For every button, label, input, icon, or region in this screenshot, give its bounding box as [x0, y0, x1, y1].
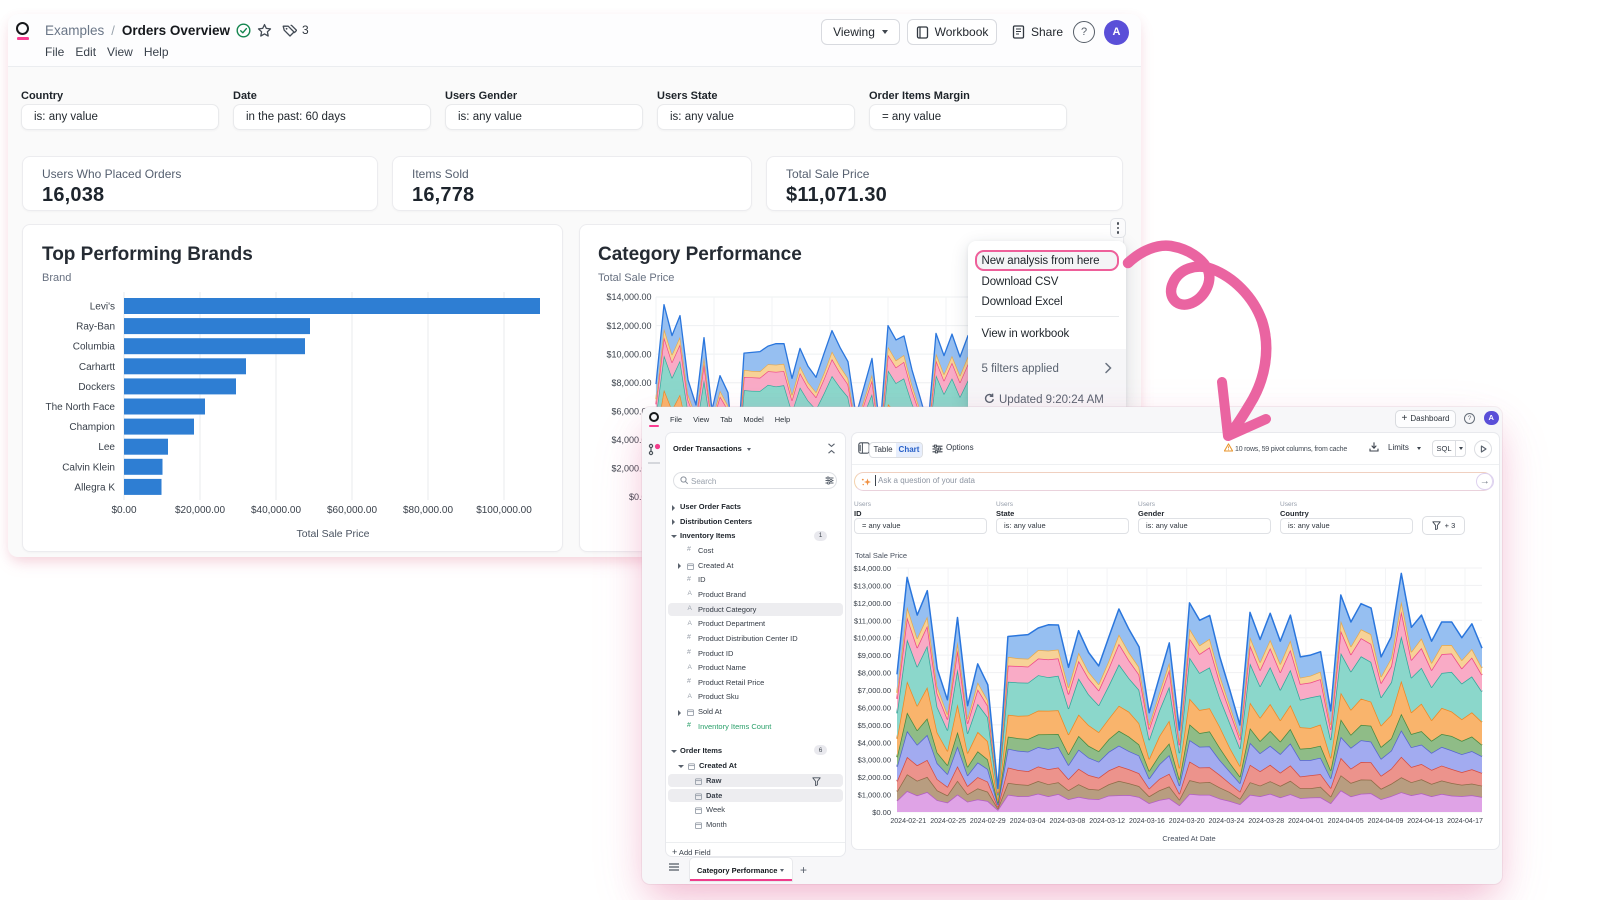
- svg-text:$12,000.00: $12,000.00: [853, 599, 891, 608]
- svg-text:2024-04-01: 2024-04-01: [1288, 818, 1324, 825]
- svg-text:$12,000.00: $12,000.00: [606, 321, 651, 331]
- svg-text:The North Face: The North Face: [46, 402, 116, 413]
- svg-text:$60,000.00: $60,000.00: [327, 505, 377, 516]
- svg-text:Levi's: Levi's: [90, 302, 115, 313]
- svg-text:$40,000.00: $40,000.00: [251, 505, 301, 516]
- svg-text:$3,000.00: $3,000.00: [858, 756, 891, 765]
- svg-text:$10,000.00: $10,000.00: [853, 634, 891, 643]
- svg-text:$100,000.00: $100,000.00: [476, 505, 532, 516]
- svg-text:Total Sale Price: Total Sale Price: [297, 528, 370, 540]
- svg-text:2024-04-13: 2024-04-13: [1407, 818, 1443, 825]
- svg-text:$4,000.00: $4,000.00: [858, 738, 891, 747]
- svg-text:$6,000.00: $6,000.00: [858, 703, 891, 712]
- svg-text:2024-04-17: 2024-04-17: [1447, 818, 1483, 825]
- svg-text:2024-03-16: 2024-03-16: [1129, 818, 1165, 825]
- svg-text:2024-03-24: 2024-03-24: [1208, 818, 1244, 825]
- svg-text:$8,000.00: $8,000.00: [611, 378, 651, 388]
- svg-text:Columbia: Columbia: [73, 342, 116, 353]
- svg-text:Allegra K: Allegra K: [74, 482, 115, 493]
- svg-text:2024-03-28: 2024-03-28: [1248, 818, 1284, 825]
- svg-text:2024-04-09: 2024-04-09: [1368, 818, 1404, 825]
- svg-text:$20,000.00: $20,000.00: [175, 505, 225, 516]
- svg-text:$2,000.00: $2,000.00: [858, 773, 891, 782]
- svg-text:2024-02-21: 2024-02-21: [890, 818, 926, 825]
- svg-text:$7,000.00: $7,000.00: [858, 686, 891, 695]
- svg-text:$14,000.00: $14,000.00: [606, 292, 651, 302]
- svg-text:2024-03-04: 2024-03-04: [1010, 818, 1046, 825]
- svg-text:2024-03-08: 2024-03-08: [1049, 818, 1085, 825]
- svg-text:$9,000.00: $9,000.00: [858, 651, 891, 660]
- svg-text:Dockers: Dockers: [78, 382, 115, 393]
- svg-text:2024-03-12: 2024-03-12: [1089, 818, 1125, 825]
- svg-text:$5,000.00: $5,000.00: [858, 721, 891, 730]
- svg-text:$8,000.00: $8,000.00: [858, 669, 891, 678]
- svg-text:$11,000.00: $11,000.00: [854, 616, 891, 625]
- svg-text:Carhartt: Carhartt: [79, 362, 115, 373]
- svg-text:$0.00: $0.00: [111, 505, 136, 516]
- svg-text:$10,000.00: $10,000.00: [606, 349, 651, 359]
- svg-text:2024-02-25: 2024-02-25: [930, 818, 966, 825]
- svg-text:Calvin Klein: Calvin Klein: [62, 462, 115, 473]
- svg-text:Ray-Ban: Ray-Ban: [76, 322, 115, 333]
- svg-text:2024-02-29: 2024-02-29: [970, 818, 1006, 825]
- svg-text:$14,000.00: $14,000.00: [853, 564, 891, 573]
- svg-text:Created At Date: Created At Date: [1162, 834, 1215, 843]
- svg-text:$0.00: $0.00: [872, 808, 891, 817]
- svg-text:$80,000.00: $80,000.00: [403, 505, 453, 516]
- svg-text:$1,000.00: $1,000.00: [858, 791, 891, 800]
- svg-text:Champion: Champion: [69, 422, 115, 433]
- svg-text:2024-04-05: 2024-04-05: [1328, 818, 1364, 825]
- svg-text:Lee: Lee: [98, 442, 115, 453]
- svg-text:$13,000.00: $13,000.00: [853, 581, 891, 590]
- svg-text:2024-03-20: 2024-03-20: [1169, 818, 1205, 825]
